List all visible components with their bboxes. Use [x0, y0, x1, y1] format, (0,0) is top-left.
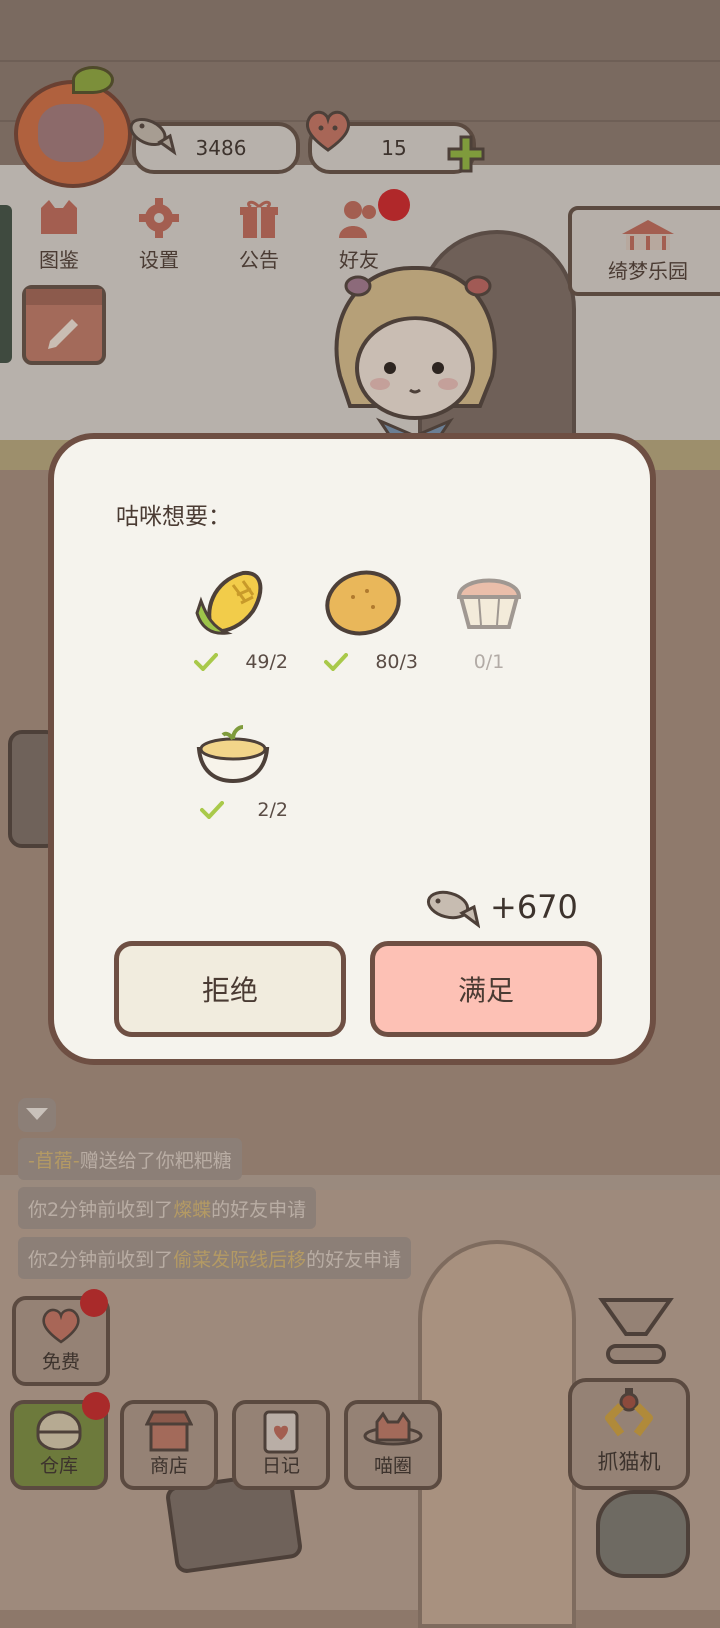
calendar-button[interactable]: [22, 285, 106, 365]
fish-icon: [129, 117, 177, 156]
diary-button[interactable]: 日记: [232, 1400, 330, 1490]
dream-park-banner[interactable]: 绮梦乐园: [568, 206, 720, 296]
notice-friend-request: 你2分钟前收到了 燦蝶 的好友申请: [18, 1187, 317, 1229]
cat-circle-button[interactable]: 喵圈: [344, 1400, 442, 1490]
claw-machine-hopper-icon: [598, 1298, 674, 1364]
notice-text: 的好友申请: [211, 1198, 307, 1221]
notice-player-name[interactable]: -苜蓿-: [28, 1146, 80, 1173]
dialog-title: 咕咪想要：: [116, 504, 231, 530]
item-requirement: 0/1: [434, 651, 544, 673]
shop-button[interactable]: 商店: [120, 1400, 218, 1490]
carousel-icon: [622, 220, 674, 250]
menu-item-settings[interactable]: 设置: [124, 198, 194, 273]
friends-notification-dot: [378, 189, 410, 221]
mashed-potato-icon: [196, 725, 270, 784]
gift-icon: [240, 200, 278, 238]
potato-icon: [325, 570, 401, 636]
notice-text: 你2分钟前收到了: [28, 1248, 174, 1271]
request-item-cupcake: 0/1: [434, 561, 544, 673]
item-count: 0/1: [473, 651, 505, 673]
notice-player-name[interactable]: 偷菜发际线后移: [173, 1245, 306, 1272]
warehouse-notification-dot: [82, 1392, 110, 1420]
pencil-icon: [26, 289, 102, 349]
player-avatar[interactable]: [14, 66, 132, 188]
item-requirement: 49/2: [178, 651, 288, 673]
menu-label-settings: 设置: [139, 248, 179, 272]
fish-icon: [426, 890, 480, 929]
notice-gift: -苜蓿- 赠送给了你粑粑糖: [18, 1138, 242, 1180]
item-requirement: 80/3: [308, 651, 418, 673]
cupcake-icon: [456, 578, 522, 629]
claw-icon: [605, 1388, 653, 1437]
item-count: 49/2: [245, 651, 288, 673]
request-item-potato: 80/3: [308, 561, 418, 673]
add-hearts-plus-icon[interactable]: [446, 134, 486, 174]
diary-book-icon: [263, 1410, 299, 1454]
menu-item-collection[interactable]: 图鉴: [24, 198, 94, 273]
item-requirement: 2/2: [178, 799, 288, 821]
free-label: 免费: [41, 1351, 80, 1373]
cat-head-icon: [41, 200, 77, 234]
menu-label-collection: 图鉴: [39, 248, 79, 272]
claw-machine-button[interactable]: 抓猫机: [568, 1378, 690, 1490]
notice-player-name[interactable]: 燦蝶: [173, 1195, 211, 1222]
notice-friend-request: 你2分钟前收到了 偷菜发际线后移 的好友申请: [18, 1237, 412, 1279]
check-icon: [193, 653, 218, 671]
item-count: 2/2: [257, 799, 288, 821]
accept-button[interactable]: 满足: [370, 941, 602, 1037]
warehouse-label: 仓库: [39, 1455, 78, 1477]
menu-item-announcement[interactable]: 公告: [224, 198, 294, 273]
check-icon: [199, 801, 224, 819]
menu-label-announcement: 公告: [239, 248, 279, 272]
side-drawer-handle[interactable]: [0, 205, 12, 363]
menu-label-friends: 好友: [339, 248, 379, 272]
free-notification-dot: [80, 1289, 108, 1317]
reward: +670: [424, 885, 578, 929]
refuse-button[interactable]: 拒绝: [114, 941, 346, 1037]
notice-text: 的好友申请: [306, 1248, 402, 1271]
gear-icon: [139, 198, 179, 238]
heart-icon: [305, 110, 351, 152]
shop-label: 商店: [149, 1455, 188, 1477]
rice-bowl-icon: [36, 1410, 82, 1450]
avatar-image: [38, 104, 104, 162]
notice-text: 你2分钟前收到了: [28, 1198, 174, 1221]
notice-text: 赠送给了你粑粑糖: [79, 1149, 232, 1172]
claw-machine-label: 抓猫机: [597, 1450, 661, 1474]
heart-count: 15: [381, 136, 407, 160]
heart-icon: [42, 1308, 80, 1344]
planet-cat-icon: [363, 1411, 423, 1446]
girl-character[interactable]: [320, 256, 510, 436]
request-item-corn: 49/2: [178, 561, 288, 673]
cat-circle-label: 喵圈: [373, 1455, 412, 1477]
fish-count: 3486: [195, 136, 247, 160]
leaf-icon: [72, 66, 114, 94]
item-count: 80/3: [375, 651, 418, 673]
request-dialog: 咕咪想要： 49/2 80/3 0/1 2/2 +670 拒绝 满足: [48, 433, 656, 1065]
plant-pot: [596, 1490, 690, 1578]
corn-icon: [195, 570, 263, 635]
diary-label: 日记: [261, 1455, 300, 1477]
check-icon: [323, 653, 348, 671]
chat-collapse-toggle[interactable]: [18, 1098, 56, 1132]
friends-icon: [339, 201, 376, 238]
reward-amount: +670: [490, 888, 578, 926]
request-item-mashed-potato: 2/2: [178, 709, 288, 821]
banner-label: 绮梦乐园: [608, 259, 688, 283]
shop-stall-icon: [145, 1410, 193, 1452]
